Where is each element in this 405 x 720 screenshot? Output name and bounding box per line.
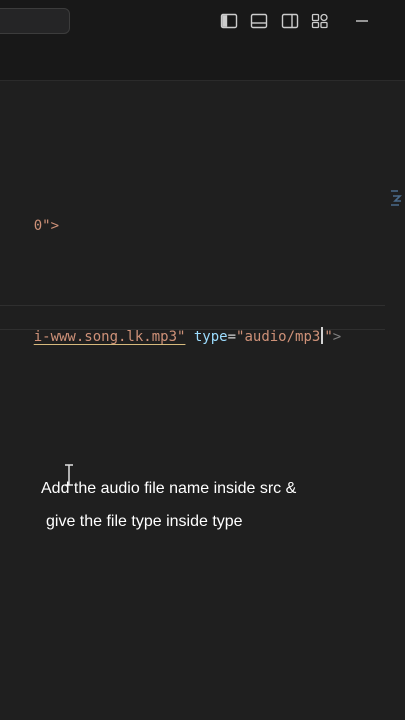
tab-bar <box>0 44 405 81</box>
customize-layout-icon[interactable] <box>311 12 329 30</box>
title-bar <box>0 0 405 44</box>
caption-line-2: give the file type inside type <box>46 513 243 530</box>
minimap-indicator <box>389 188 403 208</box>
toggle-panel-icon[interactable] <box>250 12 268 30</box>
attribute-value-fragment: 0"> <box>33 218 60 234</box>
minimize-icon[interactable] <box>353 12 371 30</box>
toggle-secondary-sidebar-icon[interactable] <box>281 12 299 30</box>
src-attribute-value: i-www.song.lk.mp3" <box>33 329 186 345</box>
command-center-search[interactable] <box>0 8 70 34</box>
type-attribute-name: type <box>193 329 228 345</box>
code-editor[interactable]: 0"> i-www.song.lk.mp3" type="audio/mp3 "> <box>0 81 405 720</box>
closing-quote: " <box>324 329 333 345</box>
tag-close-bracket: > <box>332 329 342 345</box>
code-line-fragment: 0"> <box>0 196 59 256</box>
equals-sign: = <box>227 329 237 345</box>
audio-source-line: i-www.song.lk.mp3" type="audio/mp3 "> <box>0 307 341 367</box>
type-attribute-value: "audio/mp3 <box>236 329 321 345</box>
caption-line-1: Add the audio file name inside src & <box>41 480 297 497</box>
toggle-primary-sidebar-icon[interactable] <box>220 12 238 30</box>
